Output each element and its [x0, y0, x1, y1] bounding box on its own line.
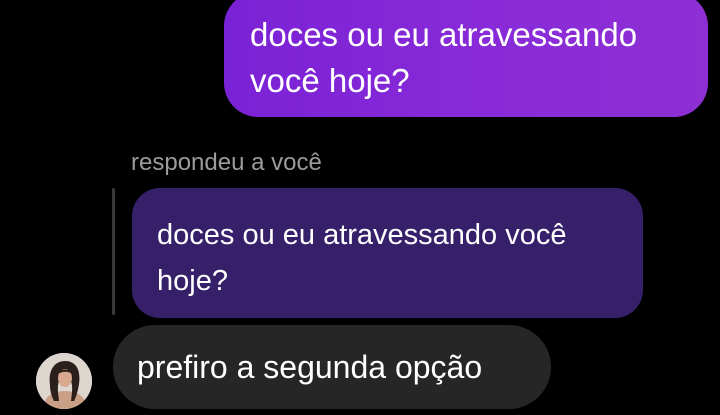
profile-photo-icon [36, 353, 92, 409]
quoted-message-bubble[interactable]: doces ou eu atravessando você hoje? [132, 188, 643, 318]
reply-context-label: respondeu a você [131, 149, 322, 176]
incoming-message-bubble[interactable]: prefiro a segunda opção [113, 325, 551, 409]
incoming-message-text: prefiro a segunda opção [137, 349, 483, 385]
outgoing-message-text: doces ou eu atravessando você hoje? [250, 16, 638, 99]
quoted-message-text: doces ou eu atravessando você hoje? [157, 219, 567, 297]
outgoing-message-bubble[interactable]: doces ou eu atravessando você hoje? [224, 0, 708, 117]
contact-avatar[interactable] [36, 353, 92, 409]
reply-indicator-line [112, 188, 115, 315]
